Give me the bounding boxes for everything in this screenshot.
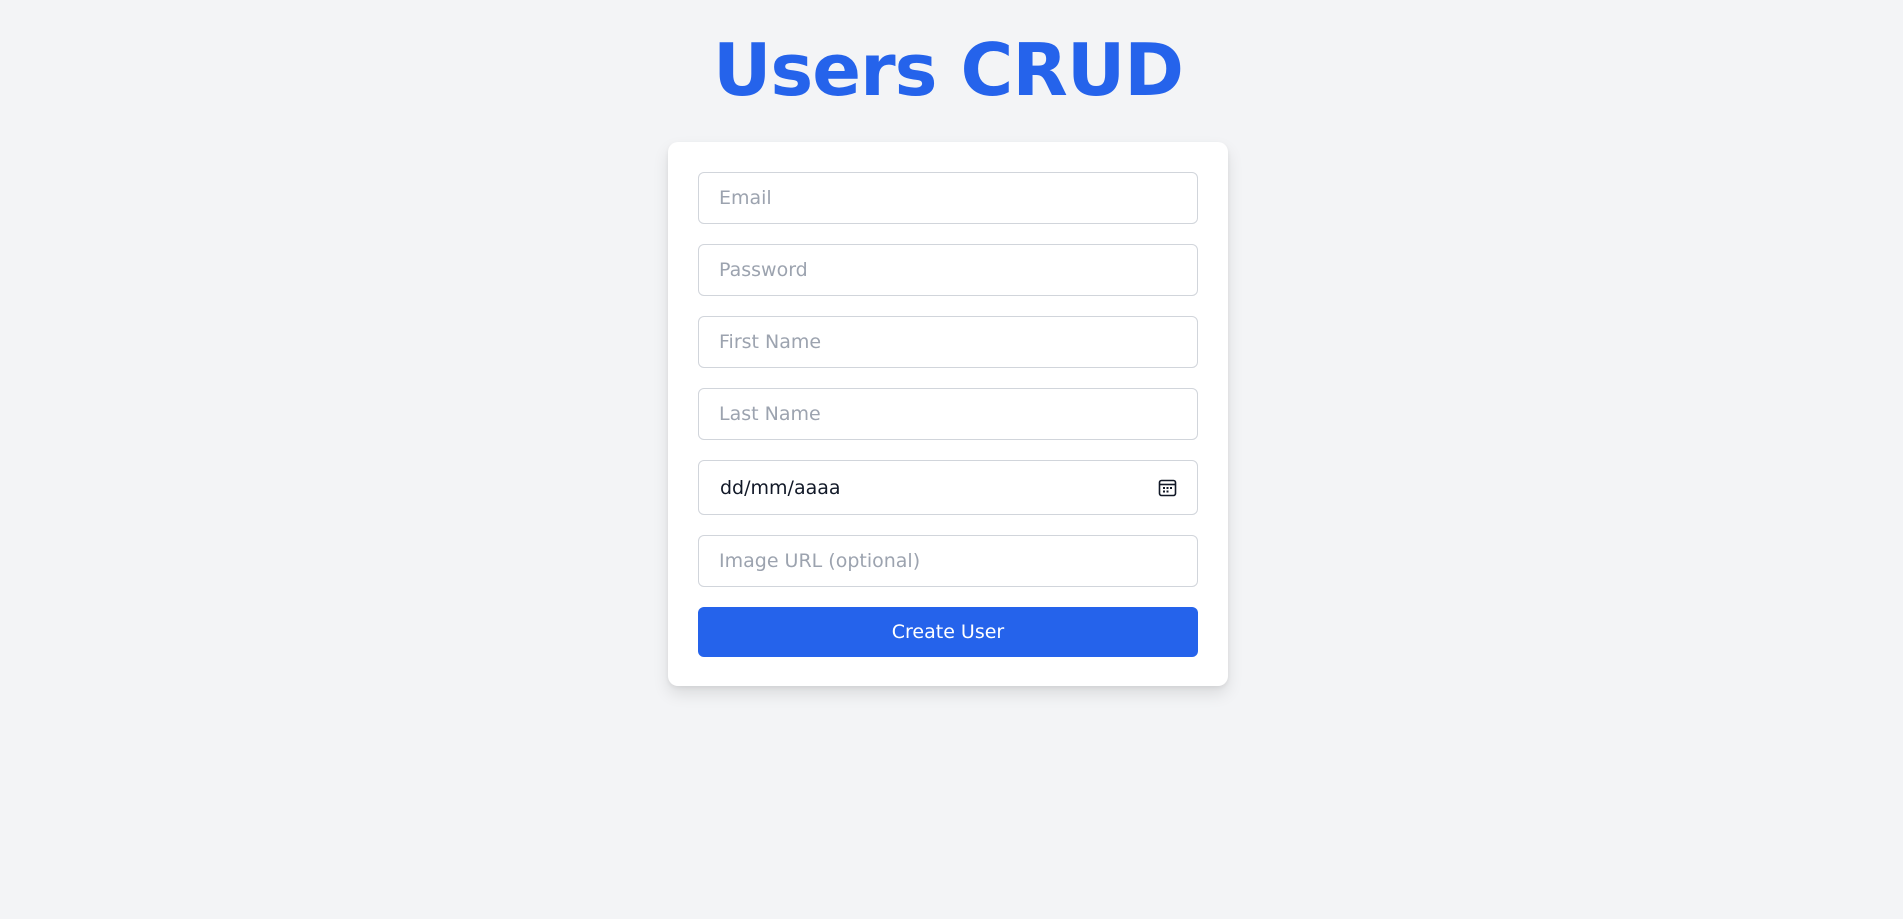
last-name-field-wrapper bbox=[698, 388, 1198, 440]
birth-date-field[interactable]: dd/mm/aaaa bbox=[698, 460, 1198, 515]
first-name-field[interactable] bbox=[699, 317, 1197, 367]
email-field-wrapper bbox=[698, 172, 1198, 224]
page-title: Users CRUD bbox=[712, 28, 1184, 112]
calendar-icon[interactable] bbox=[1157, 478, 1177, 498]
create-user-form: dd/mm/aaaa Create User bbox=[668, 142, 1228, 686]
first-name-field-wrapper bbox=[698, 316, 1198, 368]
image-url-field[interactable] bbox=[699, 536, 1197, 586]
create-user-button[interactable]: Create User bbox=[698, 607, 1198, 657]
image-url-field-wrapper bbox=[698, 535, 1198, 587]
password-field-wrapper bbox=[698, 244, 1198, 296]
last-name-field[interactable] bbox=[699, 389, 1197, 439]
password-field[interactable] bbox=[699, 245, 1197, 295]
birth-date-value: dd/mm/aaaa bbox=[720, 476, 841, 499]
email-field[interactable] bbox=[699, 173, 1197, 223]
